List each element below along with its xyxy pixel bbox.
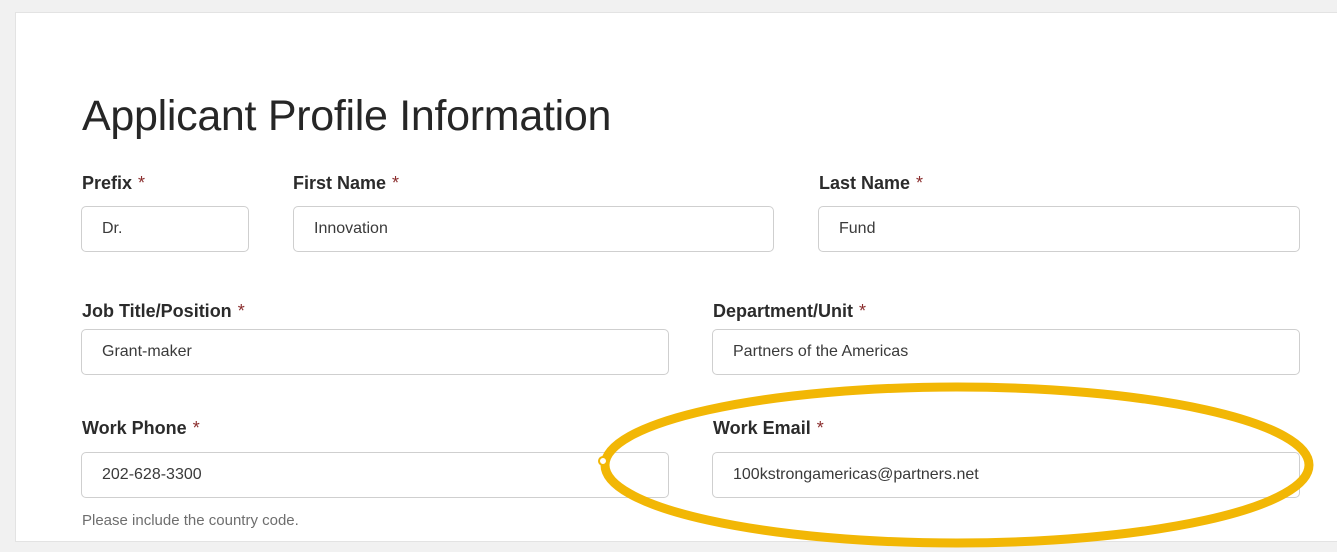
work-phone-help-text: Please include the country code.: [82, 512, 299, 529]
prefix-label: Prefix *: [82, 173, 145, 194]
work-email-label-text: Work Email: [713, 418, 811, 438]
first-name-label-text: First Name: [293, 173, 387, 193]
prefix-label-text: Prefix: [82, 173, 133, 193]
last-name-input[interactable]: [818, 206, 1300, 252]
work-phone-input[interactable]: [81, 452, 669, 498]
last-name-label: Last Name *: [819, 173, 923, 194]
first-name-label: First Name *: [293, 173, 399, 194]
required-asterisk: *: [237, 301, 245, 321]
work-email-label: Work Email *: [713, 418, 824, 439]
required-asterisk: *: [392, 173, 400, 193]
required-asterisk: *: [138, 173, 146, 193]
prefix-input[interactable]: [81, 206, 249, 252]
job-title-label-text: Job Title/Position: [82, 301, 232, 321]
work-email-input[interactable]: [712, 452, 1300, 498]
work-phone-label: Work Phone *: [82, 418, 200, 439]
required-asterisk: *: [859, 301, 867, 321]
job-title-input[interactable]: [81, 329, 669, 375]
job-title-label: Job Title/Position *: [82, 301, 245, 322]
first-name-input[interactable]: [293, 206, 774, 252]
required-asterisk: *: [816, 418, 824, 438]
last-name-label-text: Last Name: [819, 173, 911, 193]
page-title: Applicant Profile Information: [82, 92, 612, 140]
department-label: Department/Unit *: [713, 301, 866, 322]
department-input[interactable]: [712, 329, 1300, 375]
department-label-text: Department/Unit: [713, 301, 854, 321]
required-asterisk: *: [916, 173, 924, 193]
work-phone-label-text: Work Phone: [82, 418, 187, 438]
required-asterisk: *: [192, 418, 200, 438]
